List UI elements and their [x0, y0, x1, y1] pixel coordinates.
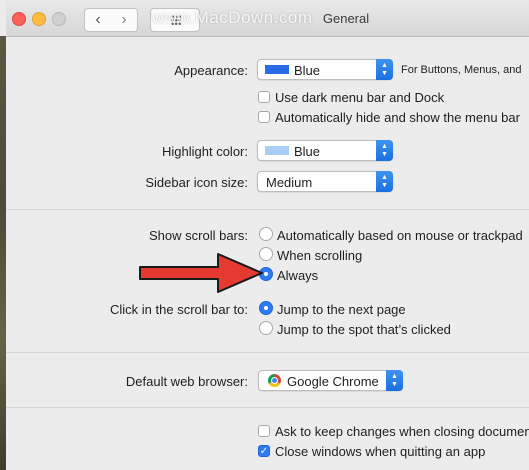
appearance-value: Blue [294, 63, 321, 78]
dark-menu-checkbox[interactable] [258, 91, 270, 103]
click-scroll-label: Click in the scroll bar to: [110, 302, 248, 317]
dark-menu-label: Use dark menu bar and Dock [275, 90, 445, 105]
appearance-note: For Buttons, Menus, and [401, 64, 522, 76]
jump-next-page-label: Jump to the next page [277, 302, 406, 317]
close-window-button[interactable] [12, 12, 26, 26]
popup-stepper-icon: ▲ ▼ [376, 140, 393, 161]
popup-stepper-icon: ▲ ▼ [386, 370, 403, 391]
default-browser-label: Default web browser: [125, 374, 248, 389]
scroll-bars-label: Show scroll bars: [149, 228, 248, 243]
sidebar-icon-size-value: Medium [266, 175, 313, 190]
appearance-label: Appearance: [174, 63, 248, 78]
highlight-value: Blue [294, 144, 321, 159]
ask-keep-changes-checkbox[interactable] [258, 425, 270, 437]
default-browser-value: Google Chrome [287, 374, 379, 389]
ask-keep-changes-label: Ask to keep changes when closing documen… [275, 424, 529, 439]
separator [6, 352, 529, 353]
preferences-window: ‹ › www.MacDown.com General Appearance: … [6, 0, 529, 470]
close-windows-checkbox[interactable]: ✓ [258, 445, 270, 457]
auto-hide-checkbox[interactable] [258, 111, 270, 123]
sidebar-icon-size-label: Sidebar icon size: [145, 175, 248, 190]
title-bar: ‹ › www.MacDown.com General [6, 0, 529, 37]
jump-to-spot-radio[interactable] [259, 321, 273, 335]
highlight-swatch [265, 146, 289, 155]
chevron-left-icon: ‹ [95, 11, 101, 28]
default-browser-popup[interactable]: Google Chrome ▲ ▼ [258, 370, 403, 391]
separator [6, 209, 529, 210]
appearance-swatch [265, 65, 289, 74]
window-title: General [322, 11, 370, 26]
watermark-text: www.MacDown.com [152, 8, 313, 27]
chevron-right-icon: › [121, 11, 127, 28]
back-button[interactable]: ‹ [84, 8, 112, 32]
forward-button[interactable]: › [111, 8, 138, 32]
sidebar-icon-size-popup[interactable]: Medium ▲ ▼ [257, 171, 393, 192]
auto-hide-label: Automatically hide and show the menu bar [275, 110, 520, 125]
popup-stepper-icon: ▲ ▼ [376, 171, 393, 192]
highlight-label: Highlight color: [162, 144, 248, 159]
highlight-popup[interactable]: Blue ▲ ▼ [257, 140, 393, 161]
minimize-window-button[interactable] [32, 12, 46, 26]
scroll-auto-label: Automatically based on mouse or trackpad [277, 228, 523, 243]
close-windows-label: Close windows when quitting an app [275, 444, 486, 459]
zoom-window-button[interactable] [52, 12, 66, 26]
jump-to-spot-label: Jump to the spot that’s clicked [277, 322, 451, 337]
scroll-always-label: Always [277, 268, 319, 283]
jump-next-page-radio[interactable] [259, 301, 273, 315]
scroll-auto-radio[interactable] [259, 227, 273, 241]
red-arrow-icon [139, 253, 263, 293]
appearance-popup[interactable]: Blue ▲ ▼ [257, 59, 393, 80]
scroll-when-scrolling-label: When scrolling [277, 248, 363, 263]
popup-stepper-icon: ▲ ▼ [376, 59, 393, 80]
chrome-icon [268, 374, 281, 387]
separator [6, 407, 529, 408]
